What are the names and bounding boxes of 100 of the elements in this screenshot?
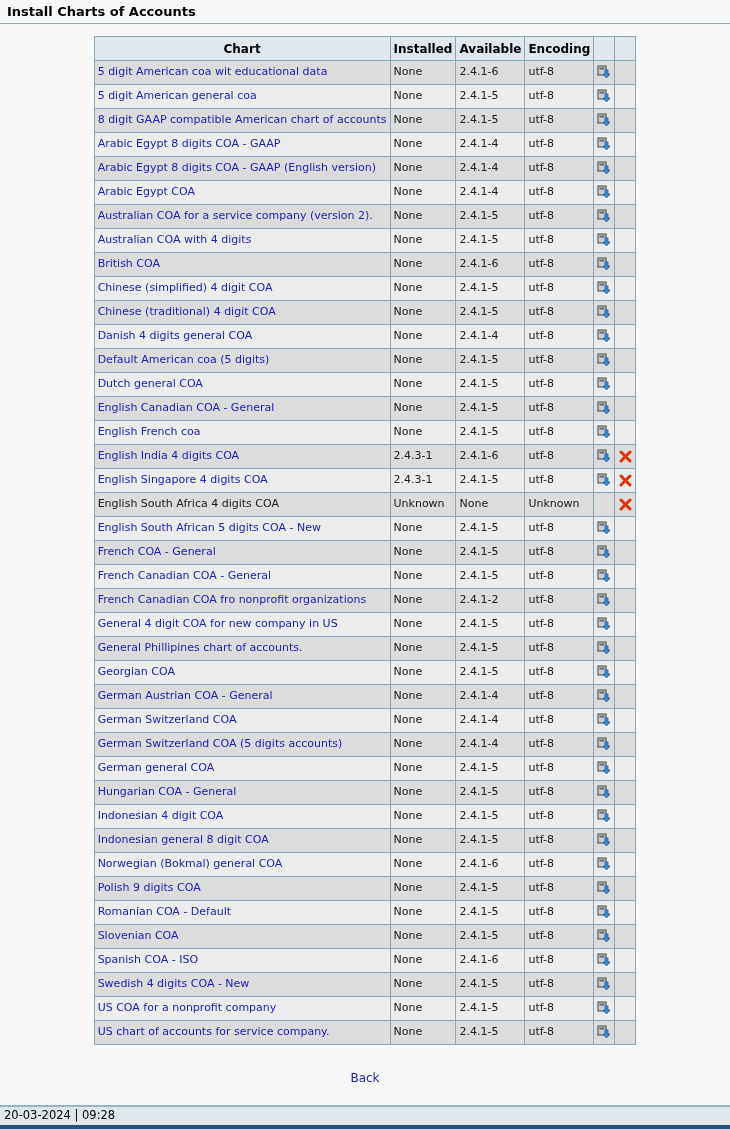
- installed-version-cell: None: [390, 228, 456, 253]
- encoding-cell: utf-8: [524, 396, 594, 421]
- chart-link[interactable]: Slovenian COA: [97, 929, 179, 943]
- delete-icon[interactable]: [618, 473, 632, 487]
- install-icon[interactable]: [597, 377, 612, 392]
- available-version-cell: 2.4.1-5: [455, 540, 525, 565]
- install-icon[interactable]: [597, 65, 612, 80]
- available-version-cell: 2.4.1-5: [455, 972, 525, 997]
- install-icon[interactable]: [597, 137, 612, 152]
- available-version-cell: 2.4.1-5: [455, 108, 525, 133]
- encoding-cell: utf-8: [524, 132, 594, 157]
- installed-version-cell: None: [390, 516, 456, 541]
- install-icon[interactable]: [597, 737, 612, 752]
- install-icon[interactable]: [597, 353, 612, 368]
- chart-link[interactable]: Arabic Egypt COA: [97, 185, 195, 199]
- install-icon[interactable]: [597, 161, 612, 176]
- chart-link[interactable]: Georgian COA: [97, 665, 175, 679]
- available-version-cell: 2.4.1-4: [455, 684, 525, 709]
- encoding-cell: utf-8: [524, 60, 594, 85]
- encoding-cell: utf-8: [524, 516, 594, 541]
- encoding-cell: utf-8: [524, 180, 594, 205]
- install-icon[interactable]: [597, 113, 612, 128]
- install-icon[interactable]: [597, 977, 612, 992]
- installed-version-cell: None: [390, 588, 456, 613]
- installed-version-cell: None: [390, 132, 456, 157]
- encoding-cell: utf-8: [524, 756, 594, 781]
- column-header: Available: [455, 36, 525, 61]
- available-version-cell: 2.4.1-5: [455, 1020, 525, 1045]
- available-version-cell: 2.4.1-5: [455, 516, 525, 541]
- install-icon[interactable]: [597, 809, 612, 824]
- install-icon[interactable]: [597, 761, 612, 776]
- encoding-cell: utf-8: [524, 996, 594, 1021]
- column-header: Encoding: [524, 36, 594, 61]
- installed-version-cell: None: [390, 204, 456, 229]
- available-version-cell: 2.4.1-5: [455, 420, 525, 445]
- install-icon[interactable]: [597, 857, 612, 872]
- available-version-cell: 2.4.1-5: [455, 204, 525, 229]
- available-version-cell: 2.4.1-5: [455, 396, 525, 421]
- install-icon[interactable]: [597, 329, 612, 344]
- encoding-cell: utf-8: [524, 684, 594, 709]
- install-icon[interactable]: [597, 545, 612, 560]
- install-icon[interactable]: [597, 569, 612, 584]
- delete-icon[interactable]: [618, 449, 632, 463]
- chart-name: English South Africa 4 digits COA: [97, 497, 279, 511]
- install-icon[interactable]: [597, 257, 612, 272]
- install-icon[interactable]: [597, 281, 612, 296]
- install-icon[interactable]: [597, 185, 612, 200]
- install-icon[interactable]: [597, 713, 612, 728]
- installed-version-cell: None: [390, 636, 456, 661]
- install-icon[interactable]: [597, 233, 612, 248]
- available-version-cell: 2.4.1-5: [455, 660, 525, 685]
- installed-version-cell: None: [390, 900, 456, 925]
- install-icon[interactable]: [597, 89, 612, 104]
- install-icon[interactable]: [597, 689, 612, 704]
- encoding-cell: utf-8: [524, 708, 594, 733]
- install-icon[interactable]: [597, 209, 612, 224]
- installed-version-cell: None: [390, 180, 456, 205]
- install-icon[interactable]: [597, 953, 612, 968]
- available-version-cell: 2.4.1-5: [455, 900, 525, 925]
- install-icon[interactable]: [597, 521, 612, 536]
- chart-link[interactable]: British COA: [97, 257, 160, 271]
- available-version-cell: 2.4.1-4: [455, 180, 525, 205]
- install-icon[interactable]: [597, 905, 612, 920]
- installed-version-cell: None: [390, 780, 456, 805]
- available-version-cell: 2.4.1-5: [455, 300, 525, 325]
- install-icon[interactable]: [597, 1025, 612, 1040]
- install-icon[interactable]: [597, 449, 612, 464]
- encoding-cell: utf-8: [524, 1020, 594, 1045]
- installed-version-cell: None: [390, 372, 456, 397]
- available-version-cell: 2.4.1-5: [455, 828, 525, 853]
- install-icon[interactable]: [597, 305, 612, 320]
- install-icon[interactable]: [597, 641, 612, 656]
- install-icon[interactable]: [597, 785, 612, 800]
- installed-version-cell: None: [390, 564, 456, 589]
- installed-version-cell: None: [390, 684, 456, 709]
- install-icon[interactable]: [597, 665, 612, 680]
- available-version-cell: 2.4.1-5: [455, 780, 525, 805]
- install-icon[interactable]: [597, 881, 612, 896]
- chart-link[interactable]: English French coa: [97, 425, 201, 439]
- available-version-cell: None: [455, 492, 525, 517]
- encoding-cell: utf-8: [524, 156, 594, 181]
- install-icon[interactable]: [597, 425, 612, 440]
- chart-link[interactable]: Polish 9 digits COA: [97, 881, 201, 895]
- encoding-cell: utf-8: [524, 540, 594, 565]
- available-version-cell: 2.4.1-5: [455, 372, 525, 397]
- back-link[interactable]: Back: [350, 1069, 380, 1087]
- install-icon[interactable]: [597, 617, 612, 632]
- encoding-cell: utf-8: [524, 372, 594, 397]
- install-icon[interactable]: [597, 1001, 612, 1016]
- install-icon[interactable]: [597, 833, 612, 848]
- available-version-cell: 2.4.1-6: [455, 948, 525, 973]
- installed-version-cell: None: [390, 732, 456, 757]
- install-icon[interactable]: [597, 929, 612, 944]
- delete-icon[interactable]: [618, 497, 632, 511]
- chart-link[interactable]: Spanish COA - ISO: [97, 953, 199, 967]
- encoding-cell: utf-8: [524, 804, 594, 829]
- installed-version-cell: None: [390, 84, 456, 109]
- install-icon[interactable]: [597, 593, 612, 608]
- install-icon[interactable]: [597, 473, 612, 488]
- install-icon[interactable]: [597, 401, 612, 416]
